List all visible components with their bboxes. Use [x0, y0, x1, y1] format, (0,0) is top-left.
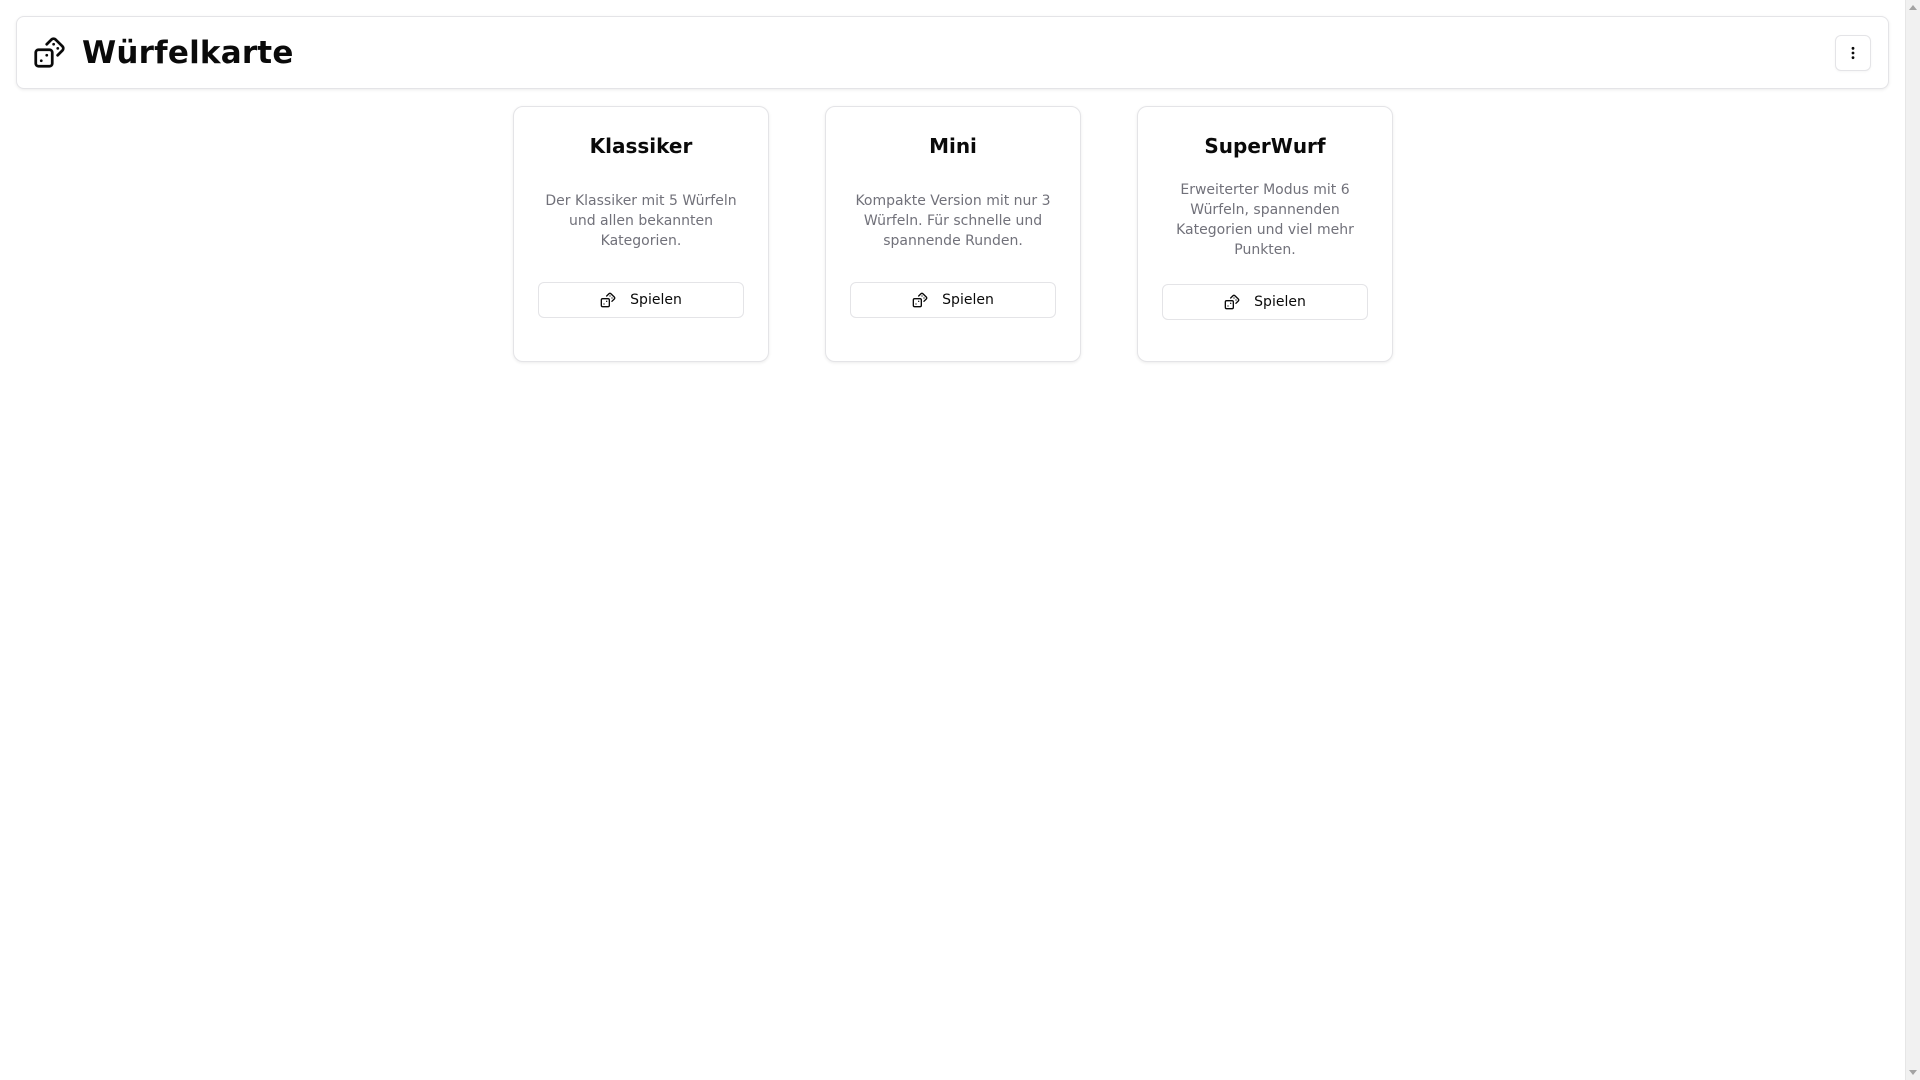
dices-icon	[600, 292, 616, 308]
scroll-down-arrow-icon[interactable]	[1909, 1070, 1917, 1075]
brand: Würfelkarte	[33, 35, 294, 71]
app-header: Würfelkarte	[16, 16, 1889, 89]
play-button[interactable]: Spielen	[1162, 284, 1368, 320]
play-button[interactable]: Spielen	[850, 282, 1056, 318]
game-card-mini: Mini Kompakte Version mit nur 3 Würfeln.…	[825, 106, 1081, 362]
dices-icon	[1224, 294, 1240, 310]
card-description: Der Klassiker mit 5 Würfeln und allen be…	[545, 193, 737, 249]
game-mode-list: Klassiker Der Klassiker mit 5 Würfeln un…	[513, 106, 1393, 362]
card-title: SuperWurf	[1204, 134, 1326, 158]
card-title: Mini	[929, 134, 977, 158]
app-title: Würfelkarte	[82, 34, 294, 71]
card-title: Klassiker	[589, 134, 693, 158]
app-viewport: Würfelkarte Klassiker Der Klassiker mit …	[0, 0, 1905, 1080]
scroll-up-arrow-icon[interactable]	[1909, 5, 1917, 10]
dices-icon	[33, 36, 66, 69]
dices-icon	[912, 292, 928, 308]
play-button-label: Spielen	[942, 292, 994, 308]
game-card-klassiker: Klassiker Der Klassiker mit 5 Würfeln un…	[513, 106, 769, 362]
vertical-scrollbar[interactable]	[1905, 0, 1920, 1080]
play-button-label: Spielen	[1254, 294, 1306, 310]
ellipsis-vertical-icon	[1845, 45, 1861, 61]
play-button[interactable]: Spielen	[538, 282, 744, 318]
play-button-label: Spielen	[630, 292, 682, 308]
game-card-superwurf: SuperWurf Erweiterter Modus mit 6 Würfel…	[1137, 106, 1393, 362]
more-menu-button[interactable]	[1835, 34, 1871, 71]
card-description: Kompakte Version mit nur 3 Würfeln. Für …	[855, 193, 1051, 249]
card-description: Erweiterter Modus mit 6 Würfeln, spannen…	[1176, 182, 1354, 258]
